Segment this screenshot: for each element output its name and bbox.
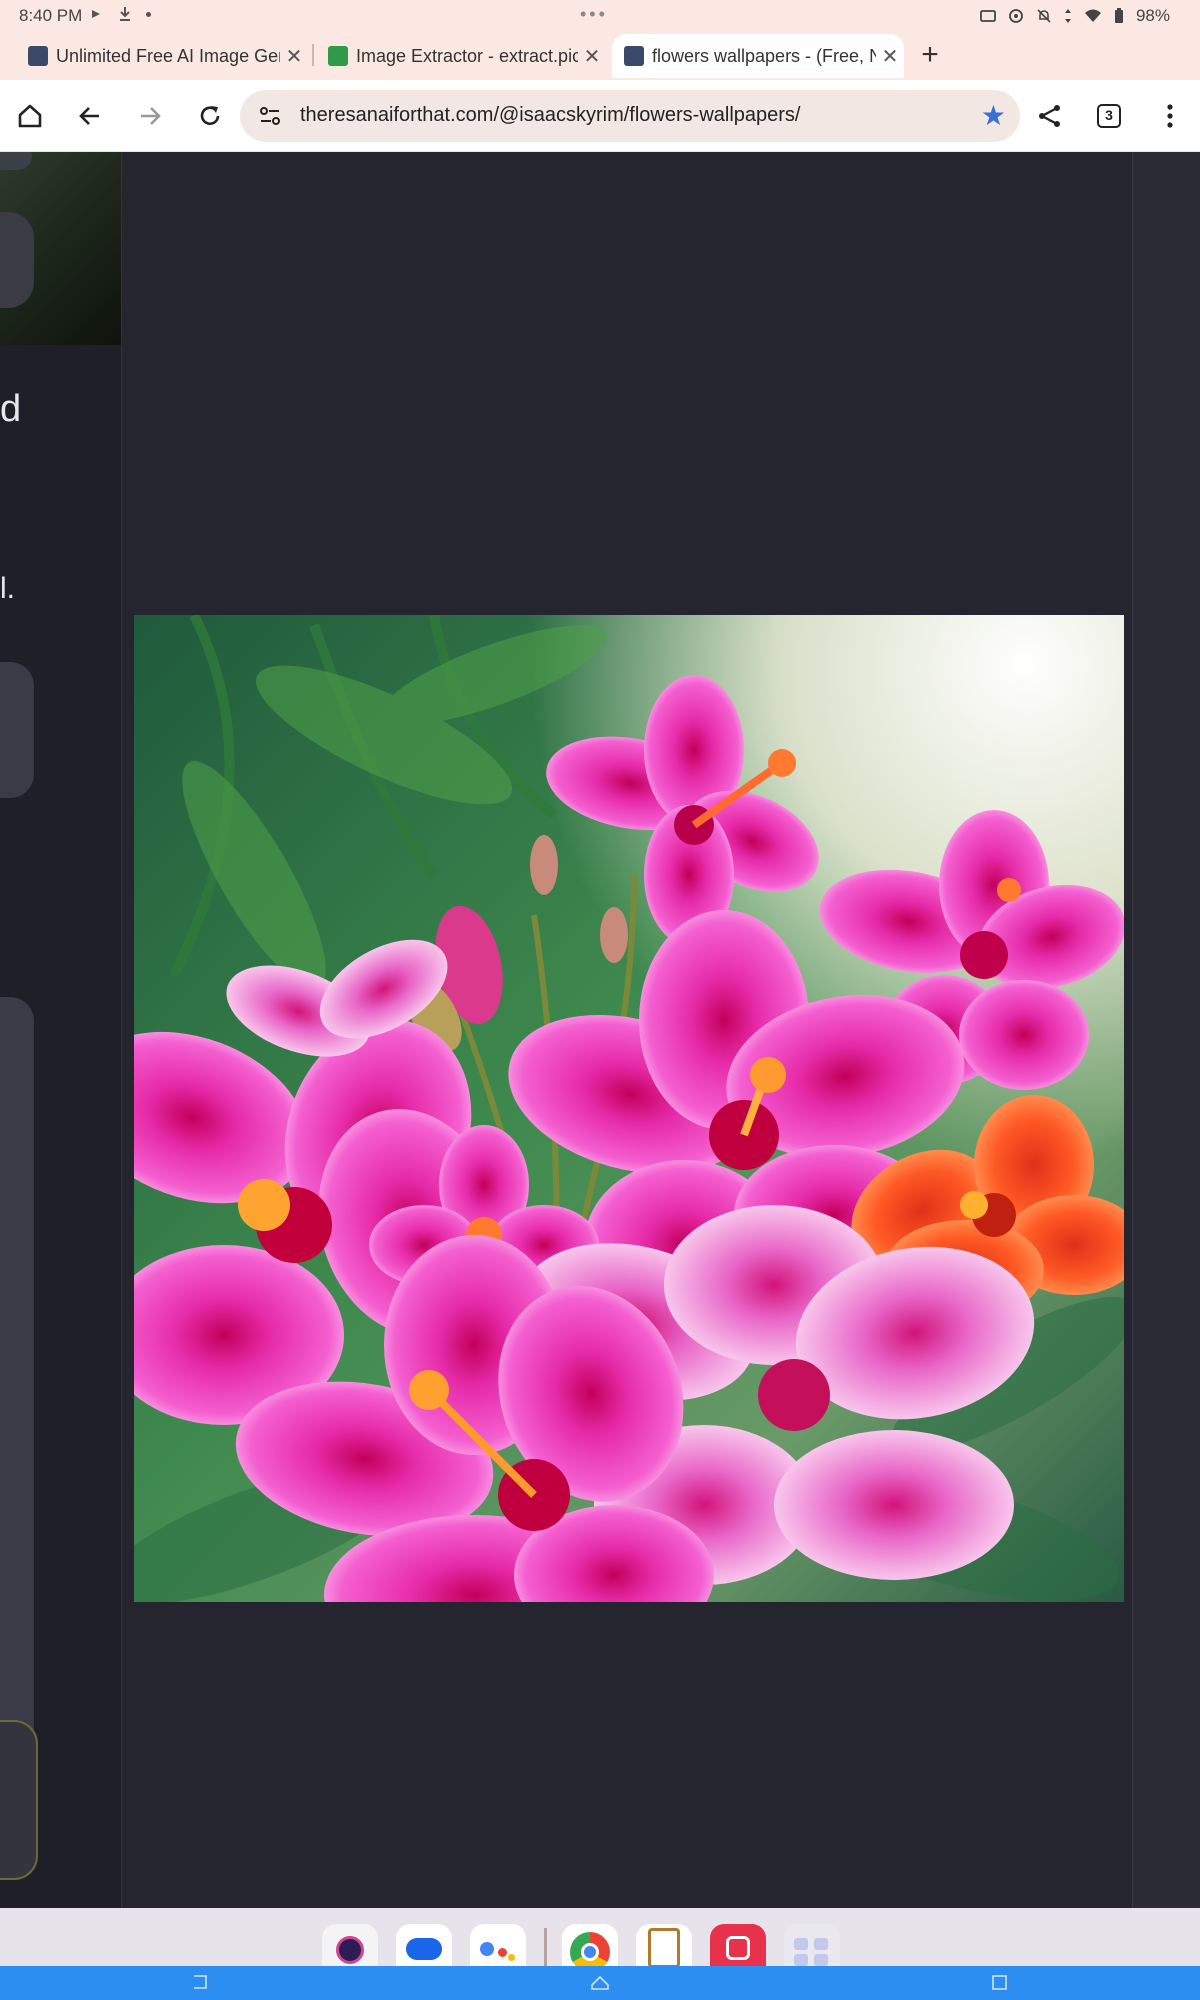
status-notification-icons <box>90 6 151 22</box>
data-saver-icon <box>1009 9 1023 23</box>
home-button[interactable] <box>10 96 50 136</box>
nav-home-icon[interactable] <box>590 1973 610 1991</box>
tab-title: Unlimited Free AI Image Gen <box>56 45 280 66</box>
screenshot-app-icon[interactable] <box>710 1924 766 1968</box>
tab-image-extractor[interactable]: Image Extractor - extract.pic ✕ <box>316 34 606 78</box>
nav-back-icon[interactable] <box>190 1973 210 1991</box>
nav-recents-icon[interactable] <box>990 1973 1010 1991</box>
battery-icon <box>1114 8 1123 23</box>
tab-strip: Unlimited Free AI Image Gen ✕ Image Extr… <box>0 32 1200 80</box>
app-dock <box>0 1908 1200 1972</box>
mute-icon <box>1037 9 1051 23</box>
app-drawer-icon[interactable] <box>784 1924 840 1968</box>
status-system-icons: 98% <box>980 6 1170 26</box>
battery-percent: 98% <box>1135 6 1170 25</box>
close-tab-icon[interactable]: ✕ <box>578 44 606 69</box>
status-time: 8:40 PM <box>19 6 83 25</box>
more-vert-icon <box>1167 104 1173 128</box>
chrome-app-icon[interactable] <box>562 1924 618 1972</box>
tab-title: Image Extractor - extract.pic <box>356 45 578 66</box>
url-text[interactable]: theresanaiforthat.com/@isaacskyrim/flowe… <box>300 104 800 127</box>
left-heading-fragment: d <box>0 388 22 430</box>
tab-flowers-wallpapers[interactable]: flowers wallpapers - (Free, N ✕ <box>612 34 904 78</box>
hibiscus-artwork <box>134 615 1124 1602</box>
left-card-2[interactable] <box>0 997 34 1827</box>
left-control-pill[interactable] <box>0 152 32 170</box>
tab-favicon-icon <box>28 46 48 66</box>
forward-button[interactable] <box>130 96 170 136</box>
media-icon <box>92 10 100 18</box>
tab-unlimited-free-ai[interactable]: Unlimited Free AI Image Gen ✕ <box>16 34 308 78</box>
home-icon <box>18 104 42 128</box>
window-handle-icon[interactable]: ••• <box>580 4 608 25</box>
download-icon <box>120 7 130 21</box>
left-card-1[interactable] <box>0 662 34 798</box>
address-bar[interactable]: theresanaiforthat.com/@isaacskyrim/flowe… <box>240 90 1020 142</box>
tab-favicon-icon <box>328 46 348 66</box>
dock-divider <box>544 1928 547 1966</box>
cast-icon <box>980 10 996 22</box>
browser-toolbar: theresanaiforthat.com/@isaacskyrim/flowe… <box>0 80 1200 152</box>
left-card-outlined[interactable] <box>0 1720 38 1880</box>
close-tab-icon[interactable]: ✕ <box>876 44 904 69</box>
back-button[interactable] <box>70 96 110 136</box>
bookmark-star-icon[interactable]: ★ <box>981 102 1006 130</box>
forward-arrow-icon <box>141 107 161 125</box>
share-icon <box>1039 105 1060 127</box>
camera-app-icon[interactable] <box>322 1924 378 1968</box>
data-arrows-icon <box>1064 9 1071 23</box>
messages-app-icon[interactable] <box>396 1924 452 1968</box>
flower-wallpaper-image[interactable] <box>134 615 1124 1602</box>
status-bar: 8:40 PM ••• 98% <box>0 0 1200 32</box>
wifi-icon <box>1084 9 1101 22</box>
tab-separator <box>312 44 314 66</box>
share-button[interactable] <box>1030 96 1070 136</box>
tab-favicon-icon <box>624 46 644 66</box>
left-sidebar-panel: d l. <box>0 152 122 1908</box>
back-arrow-icon <box>79 107 99 125</box>
tab-switcher-button[interactable]: 3 <box>1097 104 1121 128</box>
clipboard-app-icon[interactable] <box>636 1924 692 1968</box>
left-control-button[interactable] <box>0 212 34 308</box>
left-text-fragment: l. <box>0 572 15 605</box>
new-tab-button[interactable]: + <box>918 38 942 72</box>
left-thumbnail-image[interactable] <box>0 152 121 345</box>
more-notifications-dot-icon <box>146 11 151 17</box>
reload-icon <box>200 106 220 125</box>
site-settings-icon[interactable] <box>258 104 282 128</box>
system-navigation-bar <box>0 1966 1200 2000</box>
menu-button[interactable] <box>1150 96 1190 136</box>
close-tab-icon[interactable]: ✕ <box>280 44 308 69</box>
tab-title: flowers wallpapers - (Free, N <box>652 45 876 66</box>
assistant-app-icon[interactable] <box>470 1924 526 1968</box>
reload-button[interactable] <box>190 96 230 136</box>
right-scroll-rail <box>1132 152 1200 1908</box>
